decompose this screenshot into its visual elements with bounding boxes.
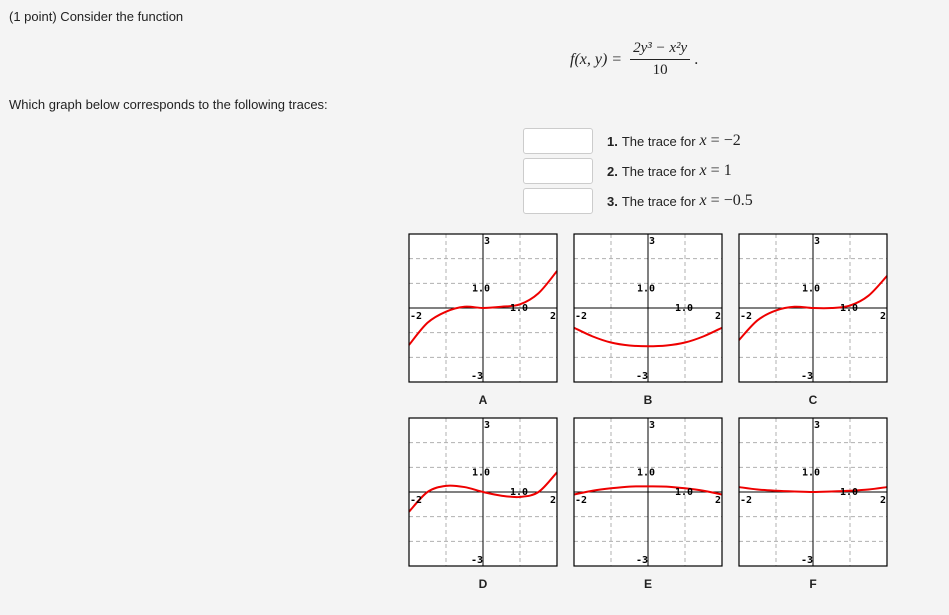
intro-text: (1 point) Consider the function [9,9,184,24]
formula-numerator: 2y³ − x²y [630,40,691,60]
item-var: x [699,192,707,209]
tick-label-xmin: -2 [575,495,587,506]
graph-e[interactable]: 3 -3 -2 2 1.0 1.0 E [573,417,723,591]
graph-a[interactable]: 3 -3 -2 2 1.0 1.0 A [408,233,558,407]
item-eq: = [710,162,720,179]
graph-plot: 3 -3 -2 2 1.0 1.0 [738,417,888,567]
item-text: The trace for [621,163,696,179]
trace-items: 1. The trace for x = −2 2. The trace for… [523,126,753,216]
formula-fraction: 2y³ − x²y 10 [630,40,691,79]
item-math: x = −2 [700,132,741,150]
tick-label-xmin: -2 [410,495,422,506]
tick-label-xmax: 2 [550,495,556,506]
tick-label-y1: 1.0 [472,467,490,478]
graph-c[interactable]: 3 -3 -2 2 1.0 1.0 C [738,233,888,407]
tick-label-xmax: 2 [715,495,721,506]
answer-input-1[interactable] [523,128,593,154]
question-text: Which graph below corresponds to the fol… [9,97,328,112]
tick-label-xmax: 2 [550,311,556,322]
tick-label-y1: 1.0 [802,467,820,478]
item-number: 2. [607,163,618,179]
tick-label-ymin: -3 [471,555,483,566]
tick-label-ymax: 3 [484,420,490,431]
item-value: −2 [723,132,741,149]
tick-label-y1: 1.0 [637,283,655,294]
graph-plot: 3 -3 -2 2 1.0 1.0 [573,233,723,383]
item-var: x [699,132,707,149]
tick-label-x1: 1.0 [840,303,858,314]
tick-label-ymax: 3 [649,420,655,431]
item-text: The trace for [621,133,696,149]
graph-b[interactable]: 3 -3 -2 2 1.0 1.0 B [573,233,723,407]
tick-label-xmax: 2 [880,495,886,506]
trace-item-3: 3. The trace for x = −0.5 [523,186,753,216]
graph-label: D [478,577,488,591]
item-math: x = −0.5 [700,192,753,210]
item-var: x [699,162,707,179]
graph-label: C [808,393,818,407]
graph-plot: 3 -3 -2 2 1.0 1.0 [573,417,723,567]
formula-lhs: f(x, y) = [570,50,623,68]
formula-denominator: 10 [652,62,668,78]
graph-d[interactable]: 3 -3 -2 2 1.0 1.0 D [408,417,558,591]
tick-label-ymax: 3 [649,236,655,247]
item-value: −0.5 [723,192,753,209]
trace-item-1: 1. The trace for x = −2 [523,126,753,156]
tick-label-ymax: 3 [814,236,820,247]
tick-label-xmax: 2 [715,311,721,322]
tick-label-y1: 1.0 [637,467,655,478]
tick-label-ymin: -3 [471,371,483,382]
item-eq: = [710,192,720,209]
tick-label-xmin: -2 [575,311,587,322]
tick-label-xmin: -2 [740,311,752,322]
answer-input-2[interactable] [523,158,593,184]
item-number: 3. [607,193,618,209]
tick-label-ymin: -3 [636,555,648,566]
tick-label-x1: 1.0 [675,487,693,498]
tick-label-ymax: 3 [814,420,820,431]
tick-label-xmin: -2 [740,495,752,506]
tick-label-x1: 1.0 [675,303,693,314]
tick-label-ymin: -3 [801,555,813,566]
graph-plot: 3 -3 -2 2 1.0 1.0 [408,417,558,567]
item-math: x = 1 [700,162,732,180]
tick-label-ymin: -3 [801,371,813,382]
graph-label: B [643,393,653,407]
graph-f[interactable]: 3 -3 -2 2 1.0 1.0 F [738,417,888,591]
graph-label: A [478,393,488,407]
tick-label-xmax: 2 [880,311,886,322]
tick-label-xmin: -2 [410,311,422,322]
tick-label-x1: 1.0 [510,303,528,314]
graph-label: E [643,577,652,591]
trace-item-2: 2. The trace for x = 1 [523,156,753,186]
tick-label-y1: 1.0 [802,283,820,294]
tick-label-ymin: -3 [636,371,648,382]
graph-label: F [809,577,817,591]
tick-label-x1: 1.0 [510,487,528,498]
item-value: 1 [723,162,732,179]
function-formula: f(x, y) = 2y³ − x²y 10 . [570,40,698,79]
formula-period: . [694,50,699,68]
graph-plot: 3 -3 -2 2 1.0 1.0 [408,233,558,383]
tick-label-x1: 1.0 [840,487,858,498]
item-eq: = [710,132,720,149]
tick-label-ymax: 3 [484,236,490,247]
tick-label-y1: 1.0 [472,283,490,294]
item-text: The trace for [621,193,696,209]
answer-input-3[interactable] [523,188,593,214]
item-number: 1. [607,133,618,149]
graph-plot: 3 -3 -2 2 1.0 1.0 [738,233,888,383]
